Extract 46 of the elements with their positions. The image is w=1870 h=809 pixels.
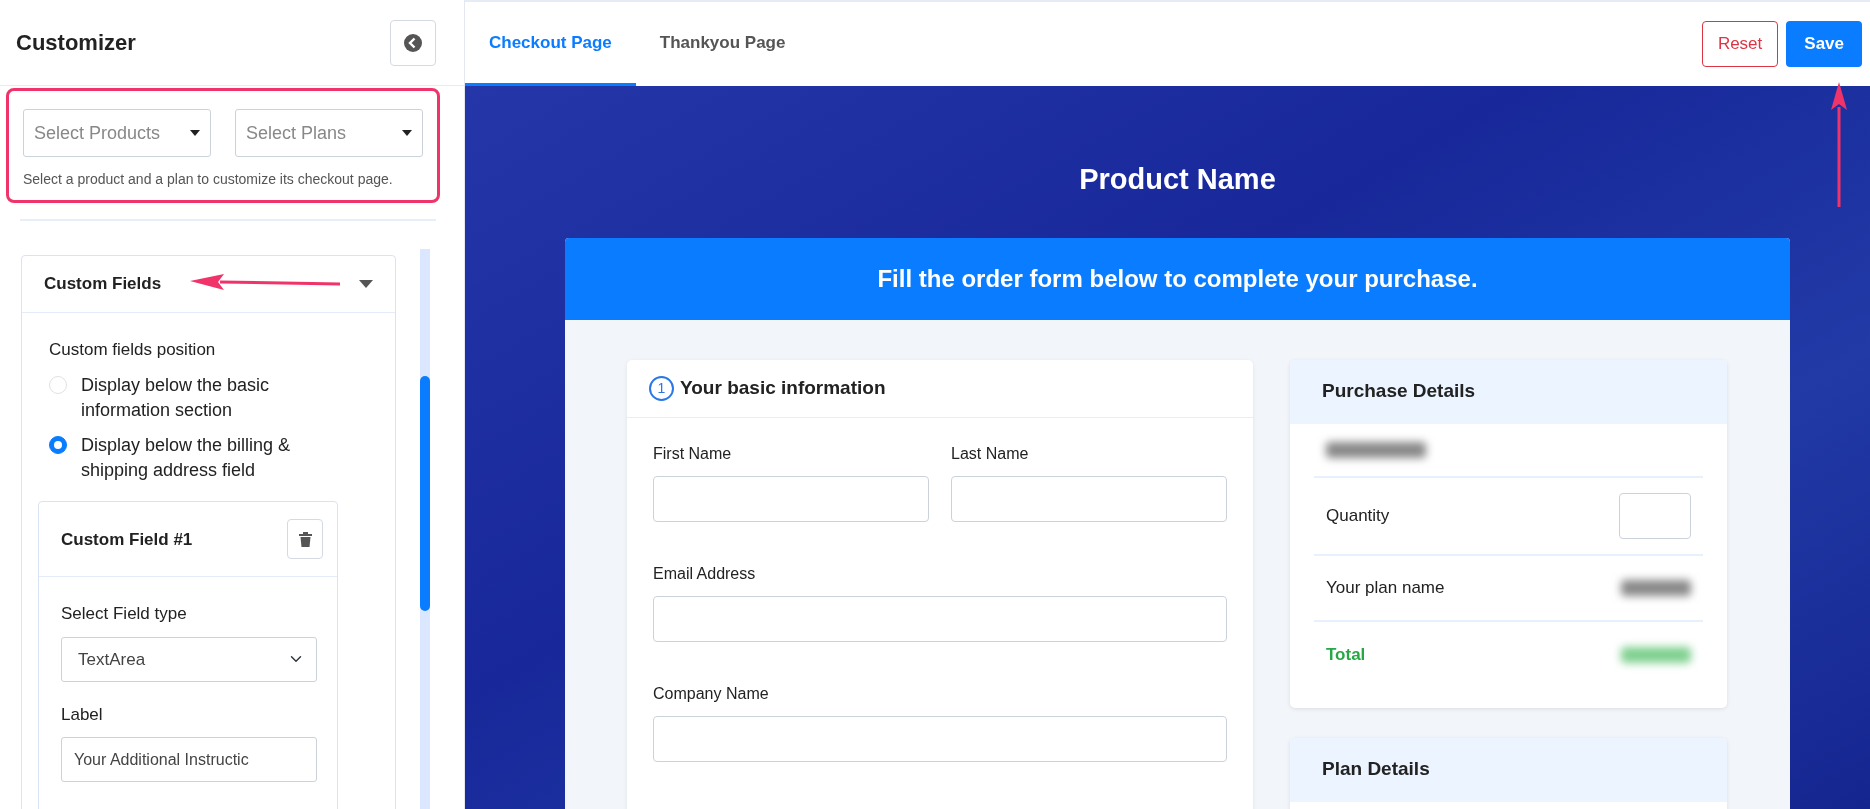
field-label: First Name (653, 443, 733, 464)
save-button[interactable]: Save (1786, 21, 1862, 67)
field-label: Label (61, 703, 104, 726)
section-title: Your basic information (680, 375, 886, 400)
reset-button[interactable]: Reset (1701, 21, 1779, 67)
product-title: Product Name (1078, 162, 1277, 197)
help-text: Select a product and a plan to customize its checkout page. (23, 170, 394, 189)
label-input[interactable]: Your Additional Instructic (61, 737, 317, 783)
scrollbar-thumb[interactable] (420, 376, 430, 611)
trash-icon (298, 531, 312, 547)
card-title: Purchase Details (1290, 359, 1727, 424)
quantity-input[interactable] (1619, 492, 1691, 539)
text-input[interactable] (653, 715, 1227, 762)
field-label: Select Field type (61, 603, 188, 626)
radio-button[interactable] (49, 435, 67, 454)
card-title: Custom Field #1 (61, 528, 193, 551)
delete-button[interactable] (287, 519, 323, 560)
radio-label: Display below the billing & shipping address field (81, 433, 292, 483)
text-input[interactable] (653, 595, 1227, 642)
card-title: Plan Details (1290, 737, 1727, 802)
field-label: Custom fields position (49, 339, 217, 361)
accordion-title: Custom Fields (44, 273, 162, 296)
form-banner: Fill the order form below to complete your purchase. (565, 237, 1790, 320)
radio-label: Display below the basic information section (81, 373, 271, 422)
product-select[interactable]: Select Products (23, 109, 211, 157)
caret-down-icon (359, 280, 373, 288)
total-label: Total (1326, 643, 1366, 666)
row-label: Your plan name (1326, 576, 1445, 599)
field-type-select[interactable]: TextArea (61, 636, 317, 682)
text-input[interactable] (653, 475, 929, 522)
plan-select[interactable]: Select Plans (235, 109, 423, 157)
chevron-left-icon (403, 32, 423, 53)
collapse-button[interactable] (390, 19, 436, 66)
field-label: Last Name (951, 443, 1030, 464)
tab[interactable]: Thankyou Page (635, 2, 810, 86)
blurred-text (1621, 646, 1691, 663)
row-label: Quantity (1326, 504, 1390, 527)
text-input[interactable] (951, 475, 1227, 522)
field-label: Company Name (653, 683, 770, 704)
scrollbar-track[interactable] (420, 249, 430, 809)
blurred-text (1621, 579, 1691, 596)
sidebar-title: Customizer (16, 29, 136, 57)
caret-down-icon (402, 130, 412, 136)
caret-down-icon (190, 130, 200, 136)
field-label: Email Address (653, 563, 757, 584)
step-number: 1 (649, 375, 674, 401)
